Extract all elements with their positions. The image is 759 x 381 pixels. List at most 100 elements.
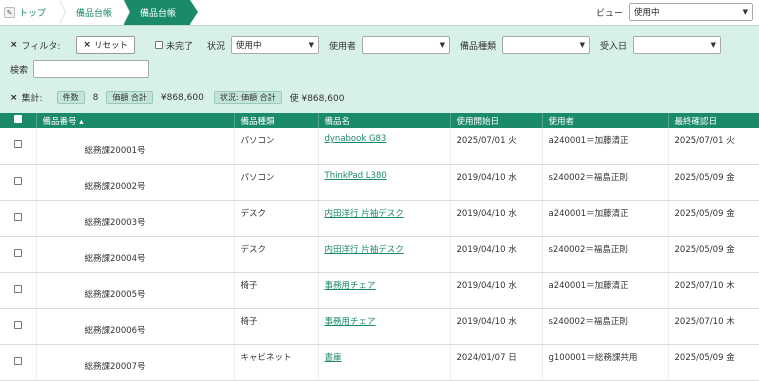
item-link[interactable]: 書庫	[325, 353, 342, 363]
type-select[interactable]: ▼	[502, 36, 591, 54]
cell-last-check: 2025/05/09 金	[668, 200, 759, 237]
chevron-down-icon: ▼	[308, 41, 314, 49]
view-select-value: 使用中	[634, 8, 660, 18]
breadcrumb-item-current[interactable]: 備品台帳	[124, 0, 198, 25]
cell-last-check: 2025/07/01 火	[668, 128, 759, 165]
cell-name: 事務用チェア	[318, 272, 451, 309]
cell-type: デスク	[234, 236, 319, 273]
date-select[interactable]: ▼	[633, 36, 722, 54]
header-user[interactable]: 使用者	[542, 113, 669, 128]
count-chip: 件数	[56, 91, 85, 104]
chevron-down-icon: ▼	[742, 8, 748, 16]
cell-name: 内田洋行 片袖デスク	[318, 236, 451, 273]
status-label: 状況	[206, 41, 225, 52]
item-link[interactable]: ThinkPad L380	[325, 171, 387, 181]
select-all-checkbox[interactable]	[13, 115, 22, 123]
chevron-down-icon: ▼	[710, 41, 717, 49]
cell-type: パソコン	[234, 164, 319, 201]
item-link[interactable]: dynabook G83	[325, 134, 387, 144]
incomplete-checkbox[interactable]	[154, 41, 163, 49]
breadcrumb-home-label: トップ	[19, 9, 47, 19]
row-select-cell	[0, 272, 37, 309]
row-checkbox[interactable]	[13, 356, 22, 365]
cell-name: ThinkPad L380	[318, 164, 451, 201]
table-row[interactable]: 総務課20004号 デスク 内田洋行 片袖デスク 2019/04/10 水 s2…	[0, 236, 759, 273]
breadcrumb-item-label: 備品台帳	[76, 9, 113, 19]
search-label: 検索	[10, 65, 29, 76]
type-label: 備品種類	[460, 41, 497, 52]
header-name[interactable]: 備品名	[318, 113, 451, 128]
row-select-cell	[0, 128, 37, 165]
row-checkbox[interactable]	[13, 212, 22, 221]
breadcrumb-home[interactable]: ✎ トップ	[0, 0, 66, 25]
chevron-down-icon: ▼	[439, 41, 446, 49]
cell-user: g100001＝総務課共用	[542, 344, 669, 381]
edit-icon: ✎	[4, 7, 15, 18]
item-link[interactable]: 内田洋行 片袖デスク	[325, 209, 404, 219]
header-last-check[interactable]: 最終確認日	[668, 113, 759, 128]
user-label: 使用者	[329, 41, 357, 52]
cell-number: 総務課20007号	[36, 344, 235, 381]
summary-title: 集計:	[21, 94, 43, 104]
status-select[interactable]: 使用中 ▼	[231, 36, 319, 54]
amount-value: ¥868,600	[160, 92, 204, 103]
breadcrumb: ✎ トップ 備品台帳 備品台帳	[0, 0, 198, 25]
row-checkbox[interactable]	[13, 176, 22, 185]
table-row[interactable]: 総務課20001号 パソコン dynabook G83 2025/07/01 火…	[0, 128, 759, 165]
cell-user: s240002＝福島正則	[542, 164, 669, 201]
close-icon[interactable]: ×	[10, 93, 18, 103]
cell-number: 総務課20004号	[36, 236, 235, 273]
cell-last-check: 2025/05/09 金	[668, 236, 759, 273]
top-bar: ✎ トップ 備品台帳 備品台帳 ビュー 使用中 ▼	[0, 0, 759, 25]
reset-button[interactable]: × リセット	[76, 36, 135, 54]
item-link[interactable]: 内田洋行 片袖デスク	[325, 245, 404, 255]
status-amount-chip: 状況: 価額 合計	[213, 91, 282, 104]
view-label: ビュー	[595, 8, 623, 19]
row-select-cell	[0, 236, 37, 273]
close-icon[interactable]: ×	[10, 40, 18, 50]
search-row: 検索	[10, 60, 150, 78]
table-header: 備品番号 ▴ 備品種類 備品名 使用開始日 使用者 最終確認日	[0, 113, 759, 128]
close-icon: ×	[83, 40, 91, 50]
table-row[interactable]: 総務課20003号 デスク 内田洋行 片袖デスク 2019/04/10 水 a2…	[0, 200, 759, 237]
amount-chip: 価額 合計	[106, 91, 153, 104]
filter-row: × フィルタ: × リセット 未完了 状況 使用中 ▼ 使用者 ▼ 備品種類 ▼…	[10, 36, 722, 54]
cell-start-date: 2024/01/07 日	[450, 344, 543, 381]
row-checkbox[interactable]	[13, 284, 22, 293]
user-select[interactable]: ▼	[362, 36, 451, 54]
cell-user: s240002＝福島正則	[542, 308, 669, 345]
row-checkbox[interactable]	[13, 248, 22, 257]
header-number[interactable]: 備品番号 ▴	[36, 113, 235, 128]
cell-last-check: 2025/07/10 木	[668, 272, 759, 309]
cell-last-check: 2025/05/09 金	[668, 164, 759, 201]
breadcrumb-item-1[interactable]: 備品台帳	[60, 0, 130, 25]
view-select[interactable]: 使用中 ▼	[629, 3, 753, 21]
cell-last-check: 2025/07/10 木	[668, 308, 759, 345]
row-checkbox[interactable]	[13, 140, 22, 149]
table-row[interactable]: 総務課20007号 キャビネット 書庫 2024/01/07 日 g100001…	[0, 344, 759, 381]
table-row[interactable]: 総務課20005号 椅子 事務用チェア 2019/04/10 水 a240001…	[0, 272, 759, 309]
cell-type: キャビネット	[234, 344, 319, 381]
cell-user: s240002＝福島正則	[542, 236, 669, 273]
header-start-date[interactable]: 使用開始日	[450, 113, 543, 128]
cell-number: 総務課20001号	[36, 128, 235, 165]
cell-type: 椅子	[234, 308, 319, 345]
row-select-cell	[0, 344, 37, 381]
equipment-table: 備品番号 ▴ 備品種類 備品名 使用開始日 使用者 最終確認日 総務課20001…	[0, 113, 759, 381]
row-select-cell	[0, 164, 37, 201]
row-select-cell	[0, 308, 37, 345]
cell-name: dynabook G83	[318, 128, 451, 165]
row-checkbox[interactable]	[13, 320, 22, 329]
cell-name: 書庫	[318, 344, 451, 381]
search-input[interactable]	[33, 60, 150, 78]
date-label: 受入日	[600, 41, 628, 52]
item-link[interactable]: 事務用チェア	[325, 281, 376, 291]
item-link[interactable]: 事務用チェア	[325, 317, 376, 327]
incomplete-label: 未完了	[165, 41, 193, 52]
table-row[interactable]: 総務課20002号 パソコン ThinkPad L380 2019/04/10 …	[0, 164, 759, 201]
count-value: 8	[92, 92, 99, 103]
header-type[interactable]: 備品種類	[234, 113, 319, 128]
cell-start-date: 2019/04/10 水	[450, 236, 543, 273]
cell-last-check: 2025/05/09 金	[668, 344, 759, 381]
table-row[interactable]: 総務課20006号 椅子 事務用チェア 2019/04/10 水 s240002…	[0, 308, 759, 345]
